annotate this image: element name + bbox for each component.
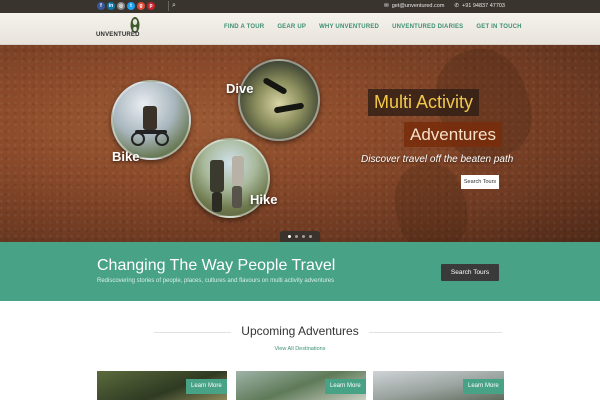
hero-title-line1: Multi Activity (368, 89, 480, 116)
linkedin-icon[interactable]: in (107, 2, 115, 10)
learn-more-button[interactable]: Learn More (325, 379, 366, 394)
twitter-icon[interactable]: t (127, 2, 135, 10)
hero-slider: Bike Dive Hike Multi Activity Adventures… (0, 45, 600, 242)
nav-menu: FIND A TOUR GEAR UP WHY UNVENTURED UNVEN… (224, 24, 522, 30)
hero-search-tours-button[interactable]: Search Tours (461, 175, 499, 189)
learn-more-button[interactable]: Learn More (463, 379, 504, 394)
bike-photo (111, 80, 191, 160)
learn-more-button[interactable]: Learn More (186, 379, 227, 394)
nav-why-unventured[interactable]: WHY UNVENTURED (319, 24, 379, 30)
mission-subtext: Rediscovering stories of people, places,… (97, 278, 335, 284)
adventure-card[interactable]: Learn More (236, 371, 366, 400)
mission-heading: Changing The Way People Travel (97, 257, 336, 274)
contact-info: ✉ get@unventured.com ✆ +91 94837 47703 (384, 2, 505, 11)
logo-text: UNVENTURED (96, 32, 140, 38)
email-text: get@unventured.com (391, 3, 445, 9)
instagram-icon[interactable]: ◎ (117, 2, 125, 10)
pinterest-icon[interactable]: p (147, 2, 155, 10)
phone-icon: ✆ (454, 3, 460, 9)
slider-dot[interactable] (288, 235, 291, 238)
mission-band: Changing The Way People Travel Rediscove… (0, 242, 600, 301)
upcoming-section: Upcoming Adventures (0, 322, 600, 340)
slider-dots (280, 231, 320, 242)
logo[interactable]: UNVENTURED (96, 16, 146, 42)
hero-title-line2: Adventures (404, 122, 502, 147)
envelope-icon: ✉ (384, 3, 389, 9)
top-bar: f in ◎ t g p ⌕ ✉ get@unventured.com ✆ +91 … (0, 0, 600, 13)
dive-photo (238, 59, 320, 141)
phone-text: +91 94837 47703 (462, 3, 505, 9)
upcoming-heading: Upcoming Adventures (231, 324, 369, 338)
phone-contact[interactable]: ✆ +91 94837 47703 (454, 2, 505, 11)
dive-label: Dive (226, 81, 254, 96)
band-search-tours-button[interactable]: Search Tours (441, 264, 499, 281)
adventure-card[interactable]: Learn More (97, 371, 227, 400)
adventure-card[interactable]: Learn More (373, 371, 504, 400)
slider-dot[interactable] (295, 235, 298, 238)
search-icon[interactable]: ⌕ (168, 1, 178, 11)
bike-label: Bike (112, 149, 140, 164)
view-all-destinations-link[interactable]: View All Destinations (0, 346, 600, 352)
slider-dot[interactable] (302, 235, 305, 238)
nav-find-a-tour[interactable]: FIND A TOUR (224, 24, 264, 30)
nav-get-in-touch[interactable]: GET IN TOUCH (476, 24, 521, 30)
nav-gear-up[interactable]: GEAR UP (277, 24, 306, 30)
email-contact[interactable]: ✉ get@unventured.com (384, 2, 444, 11)
hero-tagline: Discover travel off the beaten path (361, 154, 514, 165)
social-links: f in ◎ t g p (97, 2, 155, 10)
main-navbar: UNVENTURED FIND A TOUR GEAR UP WHY UNVEN… (0, 13, 600, 45)
hike-label: Hike (250, 192, 278, 207)
facebook-icon[interactable]: f (97, 2, 105, 10)
nav-unventured-diaries[interactable]: UNVENTURED DIARIES (392, 24, 463, 30)
google-plus-icon[interactable]: g (137, 2, 145, 10)
slider-dot[interactable] (309, 235, 312, 238)
